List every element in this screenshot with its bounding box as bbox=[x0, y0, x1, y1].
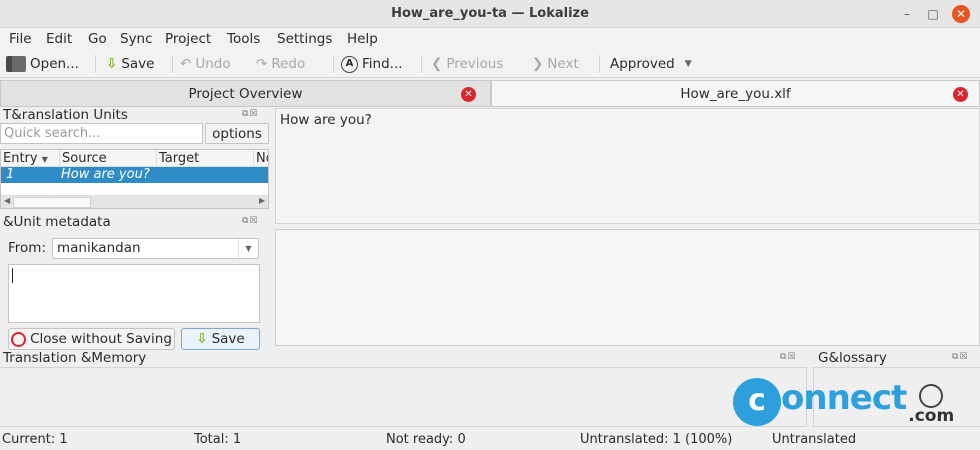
open-button[interactable]: Open... bbox=[6, 54, 79, 74]
menu-bar: File Edit Go Sync Project Tools Settings… bbox=[0, 28, 980, 50]
save-button[interactable]: ⇩ Save bbox=[106, 54, 154, 74]
minimize-button[interactable]: – bbox=[898, 5, 916, 23]
connect-com-watermark-logo: c onnect .com bbox=[733, 378, 954, 428]
save-arrow-icon: ⇩ bbox=[196, 331, 208, 347]
logo-text: onnect bbox=[781, 378, 907, 418]
dock-float-close-icons[interactable]: ⧉☒ bbox=[952, 352, 969, 362]
maximize-button[interactable]: □ bbox=[924, 5, 942, 23]
dock-float-close-icons[interactable]: ⧉☒ bbox=[242, 216, 259, 226]
table-header: Entry ▼ Source Target Notes bbox=[1, 150, 268, 168]
separator bbox=[95, 55, 96, 73]
find-button[interactable]: A Find... bbox=[341, 54, 403, 74]
logo-suffix: .com bbox=[908, 406, 955, 426]
next-button[interactable]: ❯ Next bbox=[532, 54, 579, 74]
separator bbox=[333, 55, 334, 73]
scroll-right-icon[interactable]: ▶ bbox=[259, 196, 265, 205]
menu-help[interactable]: Help bbox=[347, 30, 378, 48]
tab-project-overview[interactable]: Project Overview ✕ bbox=[0, 80, 491, 107]
translation-memory-panel bbox=[0, 367, 807, 427]
column-notes[interactable]: Notes bbox=[253, 150, 268, 167]
window-close-button[interactable]: ✕ bbox=[952, 5, 970, 23]
separator bbox=[599, 55, 600, 73]
menu-tools[interactable]: Tools bbox=[227, 30, 260, 48]
logo-c-mark: c bbox=[733, 378, 781, 426]
metadata-save-button[interactable]: ⇩ Save bbox=[181, 328, 260, 350]
chevron-down-icon: ▼ bbox=[684, 59, 692, 69]
undo-icon: ↶ bbox=[180, 56, 192, 72]
folder-icon bbox=[6, 56, 26, 72]
previous-button[interactable]: ❮ Previous bbox=[431, 54, 503, 74]
status-total: Total: 1 bbox=[194, 432, 242, 447]
separator bbox=[421, 55, 422, 73]
cancel-icon bbox=[11, 331, 27, 347]
from-label: From: bbox=[8, 240, 46, 256]
unit-metadata-title: &Unit metadata bbox=[3, 214, 111, 230]
target-text-editor[interactable] bbox=[275, 229, 980, 346]
menu-settings[interactable]: Settings bbox=[277, 30, 332, 48]
note-textarea[interactable] bbox=[8, 264, 260, 323]
close-without-saving-button[interactable]: Close without Saving bbox=[8, 328, 175, 350]
status-untranslated-count: Untranslated: 1 (100%) bbox=[580, 432, 733, 447]
translation-units-title: T&ranslation Units bbox=[3, 107, 128, 123]
close-tab-icon[interactable]: ✕ bbox=[461, 87, 476, 102]
menu-go[interactable]: Go bbox=[88, 30, 107, 48]
globe-icon bbox=[919, 384, 944, 408]
units-table: Entry ▼ Source Target Notes 1 How are yo… bbox=[0, 149, 269, 209]
scroll-left-icon[interactable]: ◀ bbox=[4, 196, 10, 205]
menu-edit[interactable]: Edit bbox=[46, 30, 72, 48]
menu-sync[interactable]: Sync bbox=[120, 30, 153, 48]
tab-how-are-you-xlf[interactable]: How_are_you.xlf ✕ bbox=[491, 80, 980, 107]
find-icon: A bbox=[341, 55, 358, 73]
menu-project[interactable]: Project bbox=[165, 30, 211, 48]
status-not-ready: Not ready: 0 bbox=[386, 432, 466, 447]
dock-float-close-icons[interactable]: ⧉☒ bbox=[242, 109, 259, 119]
status-current: Current: 1 bbox=[2, 432, 68, 447]
chevron-right-icon: ❯ bbox=[532, 56, 544, 72]
undo-button[interactable]: ↶ Undo bbox=[180, 54, 231, 74]
horizontal-scrollbar[interactable]: ◀ ▶ bbox=[1, 195, 268, 208]
from-combobox[interactable]: manikandan ▼ bbox=[52, 238, 259, 259]
close-tab-icon[interactable]: ✕ bbox=[953, 87, 968, 102]
toolbar: Open... ⇩ Save ↶ Undo ↷ Redo A Find... ❮ Prev… bbox=[0, 50, 980, 78]
status-entry-state: Untranslated bbox=[772, 432, 857, 447]
source-text-view[interactable]: How are you? bbox=[275, 108, 980, 224]
separator bbox=[172, 55, 173, 73]
table-row[interactable]: 1 How are you? bbox=[1, 167, 268, 183]
chevron-left-icon: ❮ bbox=[431, 56, 443, 72]
scrollbar-thumb[interactable] bbox=[13, 197, 91, 208]
title-bar: How_are_you-ta — Lokalize – □ ✕ bbox=[0, 0, 980, 28]
approved-dropdown[interactable]: Approved ▼ bbox=[610, 54, 692, 74]
window-title: How_are_you-ta — Lokalize bbox=[391, 6, 589, 21]
glossary-title: G&lossary bbox=[818, 350, 887, 366]
column-source[interactable]: Source bbox=[59, 150, 107, 167]
menu-file[interactable]: File bbox=[9, 30, 32, 48]
options-button[interactable]: options bbox=[205, 123, 269, 144]
text-cursor bbox=[12, 268, 13, 283]
translation-memory-title: Translation &Memory bbox=[3, 350, 147, 366]
column-target[interactable]: Target bbox=[156, 150, 199, 167]
save-arrow-icon: ⇩ bbox=[106, 56, 118, 72]
dock-float-close-icons[interactable]: ⧉☒ bbox=[780, 352, 797, 362]
chevron-down-icon[interactable]: ▼ bbox=[238, 239, 258, 258]
redo-button[interactable]: ↷ Redo bbox=[256, 54, 305, 74]
redo-icon: ↷ bbox=[256, 56, 268, 72]
quick-search-input[interactable]: Quick search... bbox=[0, 123, 203, 144]
column-entry[interactable]: Entry ▼ bbox=[3, 150, 48, 168]
